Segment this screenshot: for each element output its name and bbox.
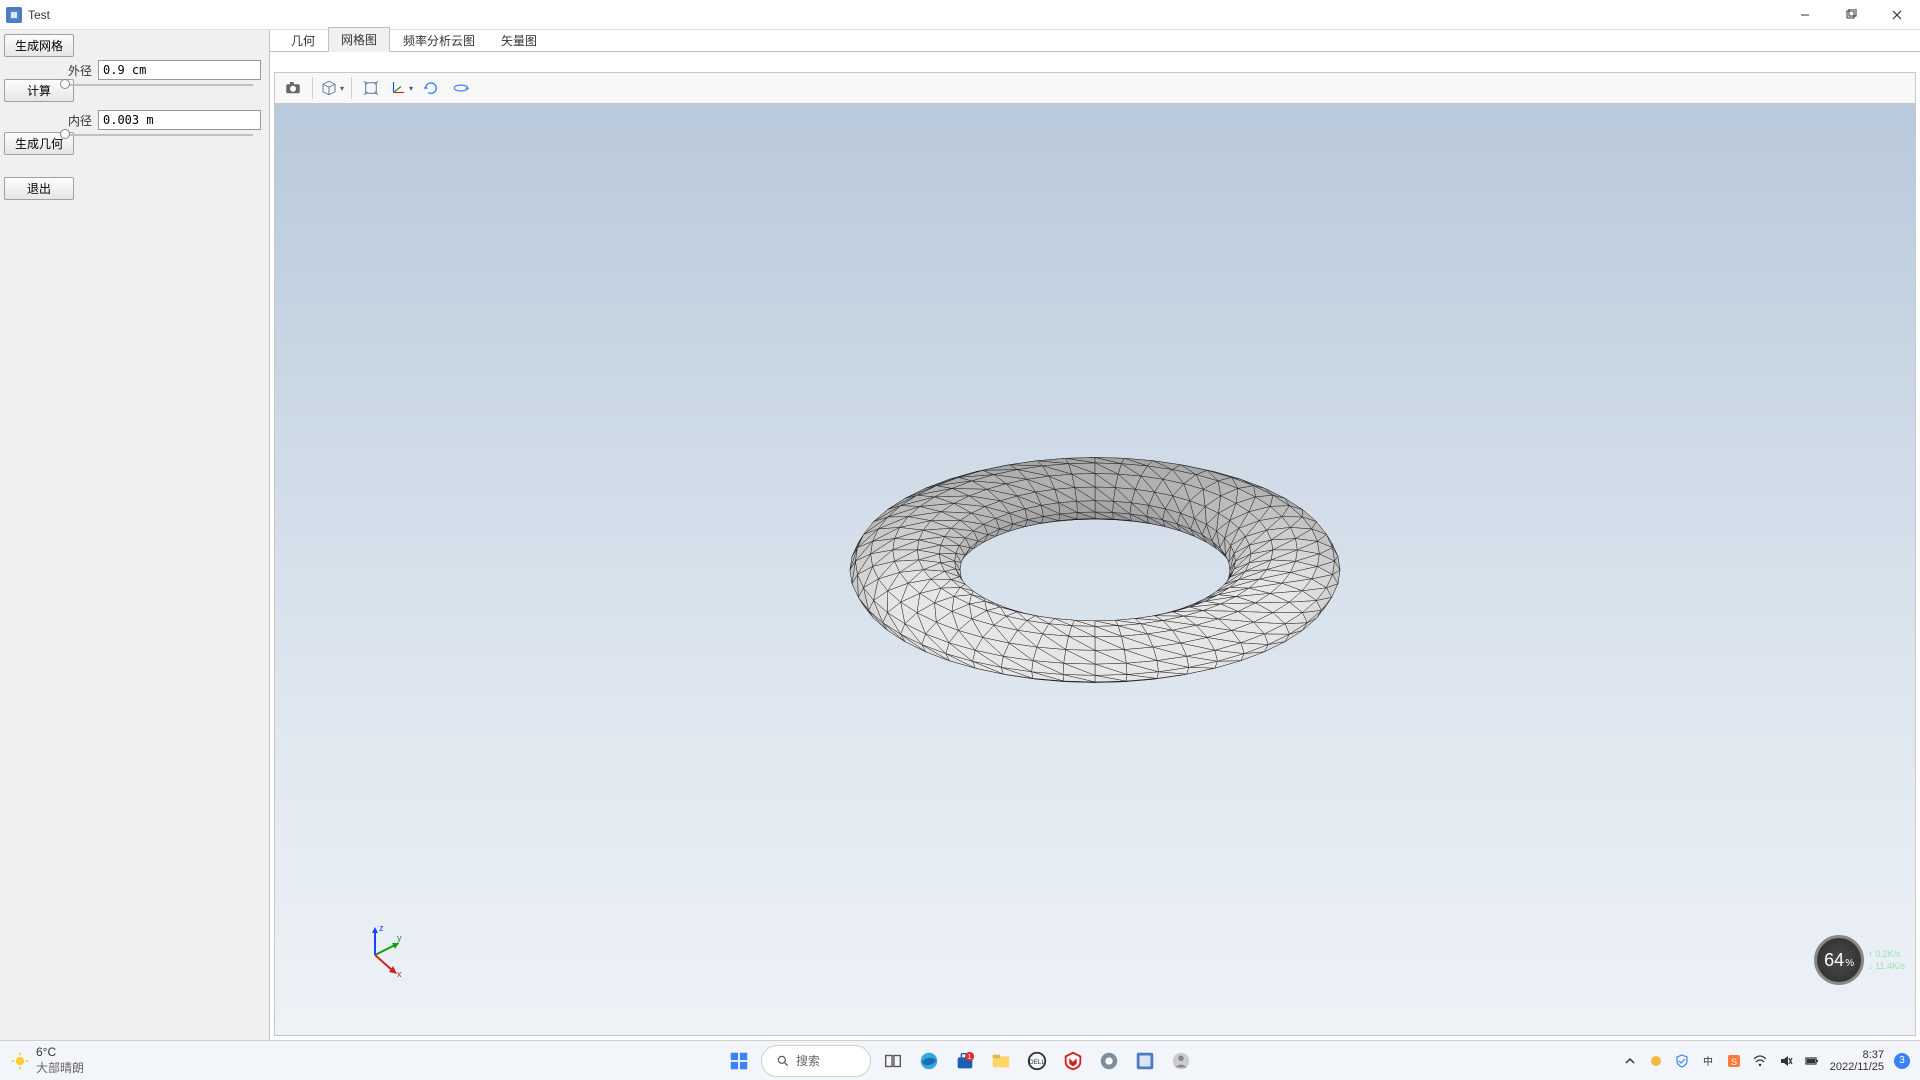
tray-battery-icon[interactable]: [1804, 1053, 1820, 1069]
outer-radius-slider[interactable]: [60, 82, 253, 88]
cpu-percent-value: 64: [1824, 950, 1844, 971]
rotate-icon[interactable]: [417, 75, 445, 101]
tray-app1-icon[interactable]: [1648, 1053, 1664, 1069]
tab-2[interactable]: 频率分析云图: [390, 28, 488, 52]
cpu-percent-suffix: %: [1845, 958, 1854, 969]
tab-3[interactable]: 矢量图: [488, 28, 550, 52]
comsol-icon[interactable]: [1131, 1047, 1159, 1075]
viewport-wrap: z y x 64 % 0.2K/: [270, 52, 1920, 1040]
svg-text:1: 1: [968, 1052, 972, 1061]
outer-radius-input[interactable]: [98, 60, 261, 80]
tab-1[interactable]: 网格图: [328, 27, 390, 52]
clock-date: 2022/11/25: [1830, 1061, 1884, 1073]
app-body: 生成网格 计算 生成几何 退出 外径 内径: [0, 30, 1920, 1040]
tab-0[interactable]: 几何: [278, 28, 328, 52]
generate-mesh-button[interactable]: 生成网格: [4, 34, 74, 57]
clock-time: 8:37: [1830, 1049, 1884, 1061]
svg-text:DELL: DELL: [1029, 1058, 1045, 1065]
close-button[interactable]: [1874, 0, 1920, 30]
weather-widget[interactable]: 6°C 大部晴朗: [10, 1045, 84, 1076]
inner-radius-slider[interactable]: [60, 132, 253, 138]
edge-icon[interactable]: [915, 1047, 943, 1075]
mcafee-icon[interactable]: [1059, 1047, 1087, 1075]
app-icon: [6, 7, 22, 23]
system-tray: 中 S 8:37 2022/11/25 3: [1622, 1049, 1910, 1073]
user-app-icon[interactable]: [1167, 1047, 1195, 1075]
tabs-row: 几何网格图频率分析云图矢量图: [270, 30, 1920, 52]
browser-icon[interactable]: [1095, 1047, 1123, 1075]
explorer-icon[interactable]: [987, 1047, 1015, 1075]
viewport-3d[interactable]: z y x 64 % 0.2K/: [274, 104, 1916, 1036]
viewport-toolbar: [274, 72, 1916, 104]
download-speed: 11.4K/s: [1868, 960, 1905, 972]
tray-overflow-icon[interactable]: [1622, 1053, 1638, 1069]
axis-y-label: y: [397, 933, 402, 943]
taskbar-search[interactable]: 搜索: [761, 1045, 871, 1077]
window-title: Test: [28, 8, 50, 22]
right-area: 几何网格图频率分析云图矢量图: [270, 30, 1920, 1040]
tray-volume-icon[interactable]: [1778, 1053, 1794, 1069]
notification-badge[interactable]: 3: [1894, 1053, 1910, 1069]
taskbar-center: 搜索 1 DELL: [725, 1045, 1195, 1077]
window-controls: [1782, 0, 1920, 30]
torus-mesh: [815, 400, 1375, 740]
minimize-button[interactable]: [1782, 0, 1828, 30]
axis-triad: z y x: [345, 925, 405, 985]
clock[interactable]: 8:37 2022/11/25: [1830, 1049, 1884, 1073]
cpu-percent-circle: 64 %: [1814, 935, 1864, 985]
upload-speed: 0.2K/s: [1868, 948, 1905, 960]
left-panel: 生成网格 计算 生成几何 退出 外径 内径: [0, 30, 270, 1040]
svg-text:中: 中: [1703, 1055, 1713, 1068]
dell-icon[interactable]: DELL: [1023, 1047, 1051, 1075]
axis-z-label: z: [379, 923, 384, 933]
maximize-button[interactable]: [1828, 0, 1874, 30]
start-button[interactable]: [725, 1047, 753, 1075]
search-icon: [776, 1054, 790, 1068]
svg-text:S: S: [1731, 1057, 1737, 1067]
taskbar: 6°C 大部晴朗 搜索 1 DELL 中 S 8:37 2022/11/2: [0, 1040, 1920, 1080]
tray-ime-icon[interactable]: 中: [1700, 1053, 1716, 1069]
task-view-button[interactable]: [879, 1047, 907, 1075]
weather-icon: [10, 1051, 30, 1071]
weather-temp: 6°C: [36, 1045, 84, 1059]
search-placeholder: 搜索: [796, 1052, 820, 1069]
screenshot-icon[interactable]: [279, 75, 307, 101]
network-speed: 0.2K/s 11.4K/s: [1868, 948, 1905, 972]
axis-mode-icon[interactable]: [387, 75, 415, 101]
transparency-icon[interactable]: [318, 75, 346, 101]
performance-widget[interactable]: 64 % 0.2K/s 11.4K/s: [1814, 935, 1905, 985]
title-bar: Test: [0, 0, 1920, 30]
tray-security-icon[interactable]: [1674, 1053, 1690, 1069]
zoom-extent-icon[interactable]: [357, 75, 385, 101]
axis-x-label: x: [397, 969, 402, 979]
tray-wifi-icon[interactable]: [1752, 1053, 1768, 1069]
tray-sogou-icon[interactable]: S: [1726, 1053, 1742, 1069]
store-icon[interactable]: 1: [951, 1047, 979, 1075]
inner-radius-input[interactable]: [98, 110, 261, 130]
weather-desc: 大部晴朗: [36, 1059, 84, 1076]
exit-button[interactable]: 退出: [4, 177, 74, 200]
orbit-icon[interactable]: [447, 75, 475, 101]
